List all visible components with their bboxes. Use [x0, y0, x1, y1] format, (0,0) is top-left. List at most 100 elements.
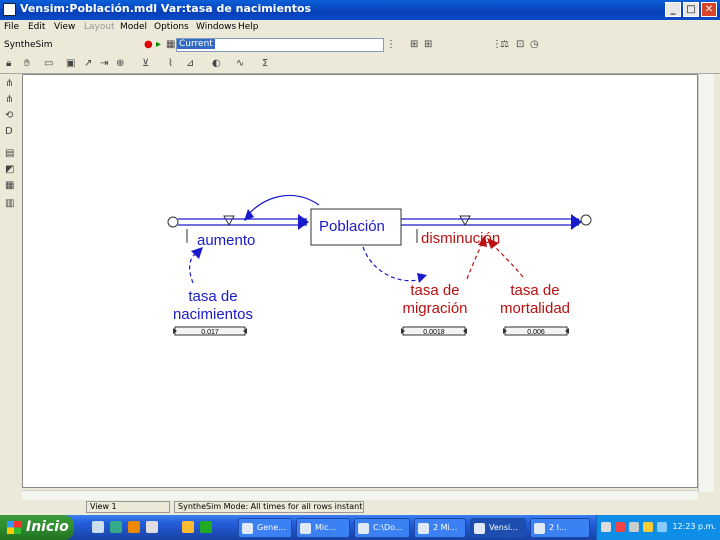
clock[interactable]: 12:23 p.m. [672, 522, 716, 531]
vertical-scrollbar[interactable] [698, 74, 714, 492]
task-gene-icon [242, 523, 253, 534]
media-icon[interactable] [128, 521, 140, 533]
delete-tool-icon[interactable]: ◐ [212, 58, 221, 69]
window-title: Vensim:Población.mdl Var:tasa de nacimie… [20, 2, 312, 15]
menu-options[interactable]: Options [154, 22, 189, 32]
loops-icon[interactable]: ⟲ [5, 110, 13, 121]
outflow-valve-icon [459, 215, 471, 227]
view-selector[interactable]: View 1 [86, 501, 170, 513]
grid-icon[interactable]: ⊞ [424, 39, 432, 50]
variable-tool-icon[interactable]: ▭ [44, 58, 53, 69]
mortality-to-outflow-arc [492, 244, 524, 278]
birth-rate-value: 0.017 [201, 329, 219, 336]
run-name-value: Current [177, 39, 215, 49]
minimize-button[interactable]: _ [665, 2, 681, 17]
mortality-rate-label-2: mortalidad [500, 300, 570, 317]
task-2mi[interactable]: 2 Mi... [414, 518, 466, 538]
source-cloud-icon [167, 216, 179, 228]
input-tool-icon[interactable]: ⊻ [142, 58, 149, 69]
task-docs-label: C:\Do... [373, 523, 403, 532]
start-button[interactable]: Inicio [0, 515, 74, 540]
menu-edit[interactable]: Edit [28, 22, 45, 32]
tray-alert-icon[interactable] [643, 522, 653, 532]
inflow-valve-icon [223, 215, 235, 227]
sketch-comment-icon[interactable]: ⌇ [168, 58, 173, 69]
menu-windows[interactable]: Windows [196, 22, 236, 32]
rate-tool-icon[interactable]: ⇥ [100, 58, 108, 69]
explorer-icon[interactable] [146, 521, 158, 533]
system-tray: 12:23 p.m. [596, 515, 720, 540]
lock-icon[interactable]: ⊡ [516, 39, 524, 50]
tray-network-icon[interactable] [601, 522, 611, 532]
menu-bar: File Edit View Layout Model Options Wind… [0, 20, 720, 36]
browser-icon[interactable] [110, 521, 122, 533]
menu-file[interactable]: File [4, 22, 19, 32]
tray-security-icon[interactable] [615, 522, 625, 532]
task-docs-icon [358, 523, 369, 534]
document-icon[interactable]: D [5, 126, 13, 137]
status-message: SyntheSim Mode: All times for all rows i… [174, 501, 364, 513]
task-vensim-icon [474, 523, 485, 534]
menu-help[interactable]: Help [238, 22, 259, 32]
equations-tool-icon[interactable]: ∿ [236, 58, 244, 69]
run-name-input[interactable]: Current [176, 38, 384, 52]
stock-to-outflow-arc [362, 246, 422, 282]
uses-tree-icon[interactable]: ⋔ [5, 94, 13, 105]
task-mic[interactable]: Mic... [296, 518, 350, 538]
lock-tool-icon[interactable]: 🔒︎ [6, 58, 11, 69]
task-docs[interactable]: C:\Do... [354, 518, 410, 538]
graph-icon[interactable]: ◩ [5, 164, 14, 175]
causes-strip-icon[interactable]: ▤ [5, 148, 14, 159]
stock-flow-diagram: aumento Población disminución tasa de na… [167, 194, 592, 336]
clock-icon[interactable]: ◷ [530, 39, 539, 50]
sketch-toolbar: 🔒︎ ✋︎ ▭ ▣ ↗ ⇥ ⊕ ⊻ ⌇ ⊿ ◐ ∿ Σ [0, 56, 720, 74]
task-mic-icon [300, 523, 311, 534]
task-vensim[interactable]: Vensi... [470, 518, 526, 538]
folder-icon[interactable] [182, 521, 194, 533]
tray-app-icon[interactable] [657, 522, 667, 532]
table-time-icon[interactable]: ▥ [5, 198, 14, 209]
inflow-arrowhead [298, 214, 309, 230]
sink-cloud-icon [580, 214, 592, 226]
stock-to-inflow-arc [247, 194, 320, 216]
io-object-icon[interactable]: ⊿ [186, 58, 194, 69]
menu-layout[interactable]: Layout [84, 22, 115, 32]
move-tool-icon[interactable]: ✋︎ [24, 58, 30, 69]
maximize-button[interactable]: □ [683, 2, 699, 17]
vensim-app-icon[interactable] [3, 3, 16, 16]
task-2i-label: 2 I... [549, 523, 567, 532]
task-2mi-label: 2 Mi... [433, 523, 458, 532]
model-canvas[interactable]: aumento Población disminución tasa de na… [22, 74, 698, 488]
title-bar[interactable]: Vensim:Población.mdl Var:tasa de nacimie… [0, 0, 720, 20]
table-icon[interactable]: ▦ [5, 180, 14, 191]
mortality-rate-value: 0.006 [527, 329, 545, 336]
close-button[interactable]: ✕ [701, 2, 717, 17]
windows-flag-icon [7, 521, 21, 534]
box-tool-icon[interactable]: ▣ [66, 58, 75, 69]
birth-rate-label-1: tasa de [188, 288, 237, 305]
task-2i[interactable]: 2 I... [530, 518, 590, 538]
task-gene-label: Gene... [257, 523, 286, 532]
synthesim-label: SyntheSim [4, 40, 53, 50]
menu-view[interactable]: View [54, 22, 75, 32]
record-icon[interactable]: ● [144, 39, 153, 50]
arrow-tool-icon[interactable]: ↗ [84, 58, 92, 69]
desktop-icon[interactable] [92, 521, 104, 533]
causes-tree-icon[interactable]: ⋔ [5, 78, 13, 89]
horizontal-scrollbar[interactable] [22, 490, 698, 500]
scales-icon[interactable]: ⚖ [500, 39, 509, 50]
shadow-tool-icon[interactable]: ⊕ [116, 58, 124, 69]
excel-icon[interactable] [200, 521, 212, 533]
tray-volume-icon[interactable] [629, 522, 639, 532]
run-icon[interactable]: ▸ [156, 39, 161, 50]
browse-icon[interactable]: ⋮ [386, 39, 396, 50]
task-mic-label: Mic... [315, 523, 337, 532]
inflow-label: aumento [197, 232, 255, 249]
status-bar: View 1 SyntheSim Mode: All times for all… [0, 500, 720, 514]
control-icon[interactable]: ⊞ [410, 39, 418, 50]
setup-icon[interactable]: ▦ [166, 39, 175, 50]
sum-tool-icon[interactable]: Σ [262, 58, 268, 69]
menu-model[interactable]: Model [120, 22, 147, 32]
vensim-window: Vensim:Población.mdl Var:tasa de nacimie… [0, 0, 720, 515]
task-gene[interactable]: Gene... [238, 518, 292, 538]
